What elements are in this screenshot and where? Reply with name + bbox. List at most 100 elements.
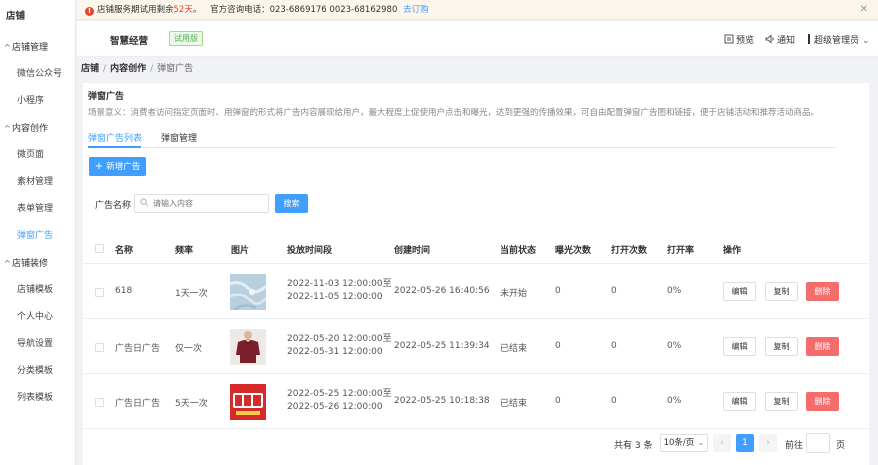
search-icon [140,198,149,207]
row-exposure: 0 [555,286,561,296]
pagination-total: 共有 3 条 [614,441,653,451]
tab-active-indicator [88,146,141,148]
sidebar-group-store-manage[interactable]: ^店铺管理 [0,34,75,61]
tab-popup-list[interactable]: 弹窗广告列表 [88,131,142,144]
brand-title: 智慧经营 [110,36,149,47]
chevron-down-icon: ⌄ [697,438,705,448]
page-number-current[interactable]: 1 [736,434,754,452]
sidebar-item-micropage[interactable]: 微页面 [0,142,75,169]
user-menu[interactable]: 超级管理员 ⌄ [808,33,870,46]
col-rate: 打开率 [667,246,695,256]
sidebar-group-decoration[interactable]: ^店铺装修 [0,250,75,277]
row-name: 618 [115,286,133,296]
row-period-start: 2022-05-25 12:00:00至 [287,389,392,399]
sidebar: 店铺 ^店铺管理 微信公众号 小程序 ^内容创作 微页面 素材管理 表单管理 弹… [0,0,76,465]
search-input[interactable] [153,197,265,210]
top-header: 智慧经营 试用版 预览 通知 超级管理员 ⌄ [77,21,878,57]
col-period: 投放时间段 [287,246,333,256]
divider [808,34,810,44]
notify-button[interactable]: 通知 [765,33,795,46]
row-checkbox[interactable] [95,288,104,297]
col-name: 名称 [115,246,134,256]
table-row: 广告日广告 仅一次 2022-05-20 12:00:00至 2022-05-3… [83,320,869,374]
table-header: 名称 频率 图片 投放时间段 创建时间 当前状态 曝光次数 打开次数 打开率 操… [83,231,869,264]
tab-popup-manage[interactable]: 弹窗管理 [161,131,197,144]
search-button[interactable]: 搜索 [275,194,308,213]
row-checkbox[interactable] [95,343,104,352]
row-name: 广告日广告 [115,399,161,409]
breadcrumb: 店铺 / 内容创作 / 弹窗广告 [81,64,194,74]
sidebar-item-nav[interactable]: 导航设置 [0,331,75,358]
add-ad-button[interactable]: + 新增广告 [89,157,146,176]
sidebar-item-forms[interactable]: 表单管理 [0,196,75,223]
sidebar-item-profile[interactable]: 个人中心 [0,304,75,331]
row-status: 已结束 [500,344,528,354]
goto-page-input[interactable] [806,433,830,453]
col-opens: 打开次数 [611,246,648,256]
preview-button[interactable]: 预览 [724,33,754,46]
copy-button[interactable]: 复制 [765,392,798,411]
speaker-icon [765,34,774,44]
sidebar-item-templates[interactable]: 店铺模板 [0,277,75,304]
promo-poster [230,384,266,420]
edit-button[interactable]: 编辑 [723,392,756,411]
sidebar-item-popup-ads[interactable]: 弹窗广告 [0,223,75,250]
chevron-up-icon: ^ [4,43,11,52]
subscribe-link[interactable]: 去订购 [403,5,429,15]
row-created: 2022-05-25 11:39:34 [394,341,490,351]
breadcrumb-parent[interactable]: 内容创作 [110,64,146,74]
edit-button[interactable]: 编辑 [723,337,756,356]
close-icon[interactable]: ✕ [860,0,868,20]
sidebar-item-miniapp[interactable]: 小程序 [0,88,75,115]
page-size-select[interactable]: 10条/页 ⌄ [660,434,708,452]
copy-button[interactable]: 复制 [765,337,798,356]
delete-button[interactable]: 删除 [806,282,839,301]
row-name: 广告日广告 [115,344,161,354]
breadcrumb-root[interactable]: 店铺 [81,64,99,74]
row-period-start: 2022-11-03 12:00:00至 [287,279,392,289]
breadcrumb-current: 弹窗广告 [157,64,194,74]
sidebar-item-materials[interactable]: 素材管理 [0,169,75,196]
row-exposure: 0 [555,341,561,351]
row-status: 已结束 [500,399,528,409]
row-status: 未开始 [500,289,528,299]
delete-button[interactable]: 删除 [806,392,839,411]
col-actions: 操作 [723,246,742,256]
row-period-end: 2022-05-31 12:00:00 [287,347,383,357]
row-rate: 0% [667,396,682,406]
trial-days: 52天 [173,5,193,15]
row-opens: 0 [611,341,617,351]
sidebar-group-content[interactable]: ^内容创作 [0,115,75,142]
sidebar-item-list-tpl[interactable]: 列表模板 [0,385,75,412]
col-created: 创建时间 [394,246,431,256]
row-frequency: 5天一次 [175,399,208,409]
row-created: 2022-05-25 10:18:38 [394,396,490,406]
row-checkbox[interactable] [95,398,104,407]
search-input-wrapper [134,194,269,213]
chevron-up-icon: ^ [4,124,11,133]
sidebar-title: 店铺 [6,11,26,22]
page-title: 弹窗广告 [88,92,125,102]
prev-page-button[interactable]: ‹ [713,434,731,452]
select-all-checkbox[interactable] [95,244,104,253]
copy-button[interactable]: 复制 [765,282,798,301]
chevron-left-icon: ‹ [720,438,724,448]
warning-icon: ! [85,7,94,16]
sidebar-item-category-tpl[interactable]: 分类模板 [0,358,75,385]
edit-button[interactable]: 编辑 [723,282,756,301]
trial-badge: 试用版 [169,31,203,46]
delete-button[interactable]: 删除 [806,337,839,356]
row-rate: 0% [667,341,682,351]
phone-text: 官方咨询电话：023-6869176 0023-68162980 [210,5,398,15]
col-frequency: 频率 [175,246,194,256]
page-description: 场景意义：消费者访问指定页面时、用弹窗的形式将广告内容展现给用户，最大程度上促使… [88,108,820,118]
row-frequency: 1天一次 [175,289,208,299]
row-exposure: 0 [555,396,561,406]
col-exposure: 曝光次数 [555,246,592,256]
sidebar-item-wechat[interactable]: 微信公众号 [0,61,75,88]
tab-bar: 弹窗广告列表 弹窗管理 [88,123,836,148]
goto-label: 前往 [785,441,804,451]
trial-notice-bar: ! 店铺服务期试用剩余52天。 官方咨询电话：023-6869176 0023-6… [77,0,878,20]
next-page-button[interactable]: › [759,434,777,452]
chevron-right-icon: › [766,438,770,448]
